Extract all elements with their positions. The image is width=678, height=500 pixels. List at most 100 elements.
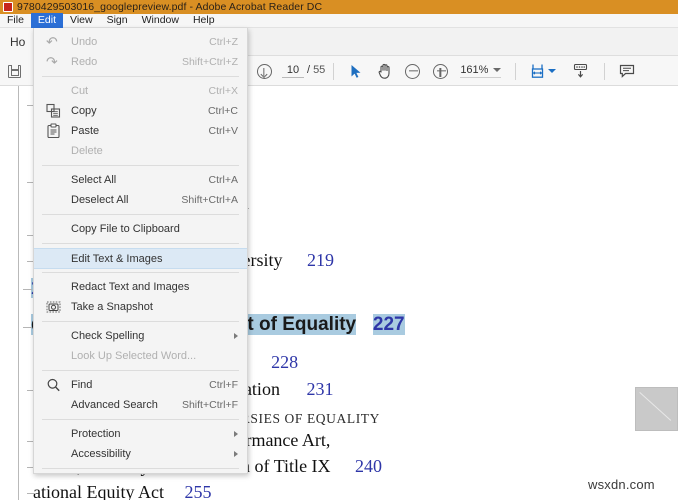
edit-dropdown-menu: ↶ Undo Ctrl+Z ↷ Redo Shift+Ctrl+Z Cut Ct… (33, 28, 248, 474)
menu-item-label: Delete (71, 145, 103, 157)
menu-item-accessibility[interactable]: Accessibility (34, 444, 247, 464)
menu-item-label: Find (71, 379, 93, 391)
menu-separator (42, 76, 239, 77)
toc-row[interactable]: ational Equity Act 255 (27, 482, 212, 500)
menu-item-label: Check Spelling (71, 330, 145, 342)
menu-item-undo[interactable]: ↶ Undo Ctrl+Z (34, 32, 247, 52)
toolbar-controls: / 55 161% (250, 56, 678, 86)
toc-entry-page: 231 (306, 379, 334, 399)
menu-item-accelerator: Ctrl+A (208, 174, 238, 186)
window-title: 9780429503016_googlepreview.pdf - Adobe … (17, 1, 323, 13)
menu-item-deselect-all[interactable]: Deselect All Shift+Ctrl+A (34, 190, 247, 210)
search-magnifier-icon (46, 378, 61, 393)
menu-window[interactable]: Window (135, 13, 186, 28)
floating-tool-popup[interactable] (635, 387, 678, 431)
redo-arrow-icon: ↷ (46, 53, 58, 70)
menu-item-check-spelling[interactable]: Check Spelling (34, 326, 247, 346)
page-number-input[interactable] (282, 64, 304, 78)
copy-icon (46, 103, 61, 119)
toc-entry-page: 255 (184, 482, 212, 500)
toc-entry-page: 228 (271, 352, 299, 372)
submenu-arrow-icon (234, 333, 238, 339)
menu-item-take-a-snapshot[interactable]: Take a Snapshot (34, 297, 247, 317)
hand-icon (378, 63, 390, 79)
menu-item-accelerator: Shift+Ctrl+A (181, 194, 238, 206)
select-tool-button[interactable] (342, 57, 370, 85)
menu-separator (42, 419, 239, 420)
page-total-label: 55 (313, 64, 326, 76)
toolbar-divider-3 (604, 62, 606, 80)
zoom-in-button[interactable] (426, 57, 454, 85)
document-tabs: Ho (0, 28, 36, 56)
download-circle-icon (256, 63, 272, 79)
menu-separator (42, 165, 239, 166)
menu-item-label: Select All (71, 174, 117, 186)
download-button[interactable] (250, 57, 278, 85)
menu-item-accelerator: Shift+Ctrl+Z (181, 56, 238, 68)
menu-help[interactable]: Help (186, 13, 222, 28)
menu-item-label: Copy File to Clipboard (71, 223, 180, 235)
cursor-arrow-icon (351, 64, 361, 78)
submenu-arrow-icon (234, 431, 238, 437)
toc-chapter-page: 227 (372, 314, 405, 335)
page-navigation: / 55 (282, 64, 325, 78)
menu-item-label: Paste (71, 125, 100, 137)
hand-tool-button[interactable] (370, 57, 398, 85)
camera-snapshot-icon (46, 300, 61, 315)
menu-view[interactable]: View (63, 13, 100, 28)
menu-item-cut[interactable]: Cut Ctrl+X (34, 81, 247, 101)
menu-item-label: Deselect All (71, 194, 129, 206)
zoom-in-icon (432, 63, 448, 79)
menu-item-accelerator: Ctrl+C (207, 105, 238, 117)
menu-separator (42, 321, 239, 322)
menu-item-find[interactable]: Find Ctrl+F (34, 375, 247, 395)
toolbar-divider-2 (515, 62, 517, 80)
chevron-down-icon (493, 68, 502, 72)
comment-icon (619, 64, 635, 78)
menu-item-accelerator: Ctrl+Z (209, 36, 238, 48)
toc-entry-text: ational Equity Act (33, 482, 164, 500)
menu-item-select-all[interactable]: Select All Ctrl+A (34, 170, 247, 190)
menu-item-advanced-search[interactable]: Advanced Search Shift+Ctrl+F (34, 395, 247, 415)
menu-separator (42, 272, 239, 273)
menu-item-label: Redo (71, 56, 98, 68)
menu-item-label: Copy (71, 105, 97, 117)
zoom-level-label: 161% (460, 64, 489, 76)
toc-entry-page: 240 (355, 456, 383, 476)
pdf-file-icon (3, 2, 13, 12)
menu-item-label: Protection (71, 428, 121, 440)
page-scroll-icon (573, 63, 588, 78)
menu-item-label: Accessibility (71, 448, 131, 460)
fit-page-icon (532, 64, 544, 78)
menu-item-redo[interactable]: ↷ Redo Shift+Ctrl+Z (34, 52, 247, 72)
menu-item-delete[interactable]: Delete (34, 141, 247, 161)
menu-item-label: Cut (71, 85, 89, 97)
menu-item-label: Take a Snapshot (71, 301, 153, 313)
scroll-mode-button[interactable] (566, 57, 594, 85)
zoom-out-button[interactable] (398, 57, 426, 85)
menu-item-label: Look Up Selected Word... (71, 350, 197, 362)
window-titlebar: 9780429503016_googlepreview.pdf - Adobe … (0, 0, 678, 14)
paste-clipboard-icon (46, 123, 61, 139)
tab-home[interactable]: Ho (0, 28, 36, 56)
zoom-level-control[interactable]: 161% (460, 64, 502, 78)
menu-separator (42, 370, 239, 371)
save-icon[interactable] (7, 64, 21, 78)
menu-item-copy-file-to-clipboard[interactable]: Copy File to Clipboard (34, 219, 247, 239)
menu-item-paste[interactable]: Paste Ctrl+V (34, 121, 247, 141)
menu-item-edit-text-and-images[interactable]: Edit Text & Images (34, 248, 247, 269)
menu-sign[interactable]: Sign (100, 13, 135, 28)
menu-item-label: Undo (71, 36, 98, 48)
menu-item-look-up-selected-word[interactable]: Look Up Selected Word... (34, 346, 247, 366)
menu-item-protection[interactable]: Protection (34, 424, 247, 444)
comment-button[interactable] (613, 57, 641, 85)
menu-item-copy[interactable]: Copy Ctrl+C (34, 101, 247, 121)
menu-edit[interactable]: Edit (30, 13, 64, 28)
menu-item-accelerator: Shift+Ctrl+F (181, 399, 238, 411)
popup-diagonal-line-icon (639, 392, 672, 421)
menu-item-accelerator: Ctrl+V (208, 125, 238, 137)
page-separator: / (307, 64, 311, 76)
menu-file[interactable]: File (0, 13, 31, 28)
fit-page-chevron-down-icon[interactable] (548, 69, 557, 73)
menu-item-redact-text-and-images[interactable]: Redact Text and Images (34, 277, 247, 297)
